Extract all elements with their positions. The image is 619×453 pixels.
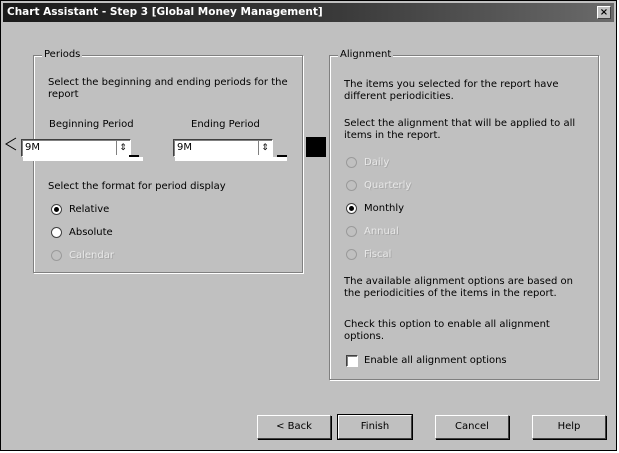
chart-assistant-dialog: Chart Assistant - Step 3 [Global Money M… bbox=[0, 0, 617, 451]
radio-relative[interactable] bbox=[51, 204, 62, 215]
radio-absolute[interactable] bbox=[51, 227, 62, 238]
field-marker bbox=[129, 155, 139, 157]
periods-instruction: Select the beginning and ending periods … bbox=[48, 77, 288, 100]
ending-period-label: Ending Period bbox=[191, 119, 260, 130]
check-note: Check this option to enable all alignmen… bbox=[344, 319, 550, 342]
alignment-instruction: Select the alignment that will be applie… bbox=[344, 118, 576, 141]
alignment-note: The available alignment options are base… bbox=[344, 276, 573, 299]
title-bar[interactable]: Chart Assistant - Step 3 [Global Money M… bbox=[3, 3, 614, 22]
radio-calendar bbox=[51, 250, 62, 261]
spin-arrows-icon[interactable]: ⇕ bbox=[258, 141, 271, 155]
beginning-period-input[interactable]: 9M ⇕ bbox=[21, 139, 131, 157]
close-icon[interactable]: × bbox=[597, 6, 611, 19]
ending-period-input[interactable]: 9M ⇕ bbox=[173, 139, 273, 157]
field-marker bbox=[277, 155, 287, 157]
radio-annual bbox=[346, 226, 357, 237]
option-label: Relative bbox=[69, 204, 110, 215]
option-label: Fiscal bbox=[364, 249, 392, 260]
option-label: Daily bbox=[364, 157, 390, 168]
option-label: Annual bbox=[364, 226, 399, 237]
radio-monthly[interactable] bbox=[346, 203, 357, 214]
window-title: Chart Assistant - Step 3 [Global Money M… bbox=[7, 6, 323, 18]
alignment-legend: Alignment bbox=[338, 49, 394, 60]
beginning-period-label: Beginning Period bbox=[49, 119, 134, 130]
spin-arrows-icon[interactable]: ⇕ bbox=[116, 141, 129, 155]
periods-legend: Periods bbox=[42, 49, 83, 60]
field-shadow bbox=[175, 157, 287, 161]
ending-period-value: 9M bbox=[177, 142, 192, 153]
cancel-button[interactable]: Cancel bbox=[435, 415, 509, 439]
pointer-icon bbox=[5, 137, 17, 151]
help-button[interactable]: Help bbox=[532, 415, 606, 439]
field-shadow bbox=[23, 157, 143, 161]
format-label: Select the format for period display bbox=[48, 181, 226, 192]
enable-all-checkbox[interactable] bbox=[346, 355, 358, 367]
option-label: Monthly bbox=[364, 203, 405, 214]
option-label: Absolute bbox=[69, 227, 113, 238]
alignment-intro: The items you selected for the report ha… bbox=[344, 79, 559, 102]
option-label: Quarterly bbox=[364, 180, 412, 191]
radio-daily bbox=[346, 157, 357, 168]
enable-all-label: Enable all alignment options bbox=[364, 355, 507, 366]
radio-quarterly bbox=[346, 180, 357, 191]
finish-button[interactable]: Finish bbox=[337, 414, 413, 440]
beginning-period-value: 9M bbox=[25, 142, 40, 153]
back-button[interactable]: < Back bbox=[257, 415, 331, 439]
option-label: Calendar bbox=[69, 250, 114, 261]
color-swatch[interactable] bbox=[306, 137, 326, 157]
radio-fiscal bbox=[346, 249, 357, 260]
